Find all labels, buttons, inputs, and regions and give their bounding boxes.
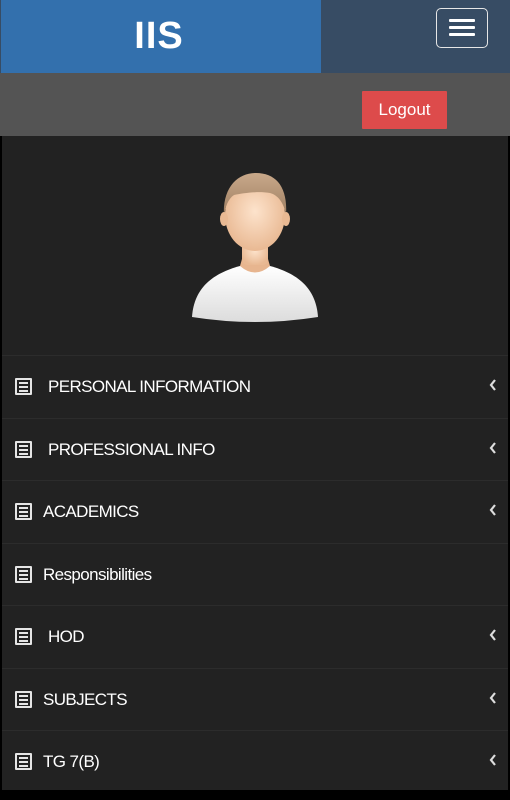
sidebar-item-label: PERSONAL INFORMATION <box>48 377 251 396</box>
sidebar-item-label: Responsibilities <box>43 564 152 584</box>
list-icon <box>15 690 32 708</box>
list-icon <box>15 378 32 395</box>
user-panel <box>2 136 508 355</box>
list-icon <box>15 440 32 458</box>
chevron-left-icon <box>489 504 496 516</box>
sidebar-item-label: ACADEMICS <box>43 502 139 521</box>
list-icon <box>15 503 32 520</box>
sidebar-item-academics[interactable]: ACADEMICS <box>2 480 508 543</box>
hamburger-bar <box>449 26 475 29</box>
sidebar-item-label: SUBJECTS <box>43 689 128 709</box>
chevron-left-icon <box>489 754 496 766</box>
top-navbar: IIS <box>0 0 510 73</box>
sidebar: PERSONAL INFORMATION PROFESSIONAL INFO A… <box>2 136 508 790</box>
brand-logo[interactable]: IIS <box>1 0 321 73</box>
logout-button[interactable]: Logout <box>362 91 447 129</box>
sidebar-item-professional-info[interactable]: PROFESSIONAL INFO <box>2 417 508 481</box>
list-icon <box>15 565 32 583</box>
sidebar-item-tg-7b[interactable]: TG 7(B) <box>2 730 508 793</box>
sidebar-item-personal-information[interactable]: PERSONAL INFORMATION <box>2 355 508 418</box>
chevron-left-icon <box>489 441 496 454</box>
menu-toggle-button[interactable] <box>436 8 488 48</box>
list-icon <box>15 628 32 645</box>
sidebar-item-label: PROFESSIONAL INFO <box>48 439 215 459</box>
sidebar-item-hod[interactable]: HOD <box>2 605 508 668</box>
user-bar: Logout <box>0 73 510 136</box>
list-icon <box>15 753 32 770</box>
app-page: IIS Logout PERSONAL INFORMATION PROFESSI… <box>0 0 510 800</box>
chevron-left-icon <box>489 629 496 641</box>
hamburger-menu-icon <box>449 19 475 22</box>
page-bottom-edge <box>0 790 510 800</box>
sidebar-item-label: HOD <box>48 627 85 646</box>
sidebar-item-responsibilities[interactable]: Responsibilities <box>2 542 508 606</box>
sidebar-item-label: TG 7(B) <box>43 752 100 771</box>
chevron-left-icon <box>489 691 496 704</box>
user-avatar-icon <box>192 173 318 322</box>
chevron-left-icon <box>489 379 496 391</box>
sidebar-item-subjects[interactable]: SUBJECTS <box>2 667 508 731</box>
hamburger-bar <box>449 33 475 36</box>
sidebar-menu: PERSONAL INFORMATION PROFESSIONAL INFO A… <box>2 355 508 793</box>
brand-title: IIS <box>134 15 184 57</box>
